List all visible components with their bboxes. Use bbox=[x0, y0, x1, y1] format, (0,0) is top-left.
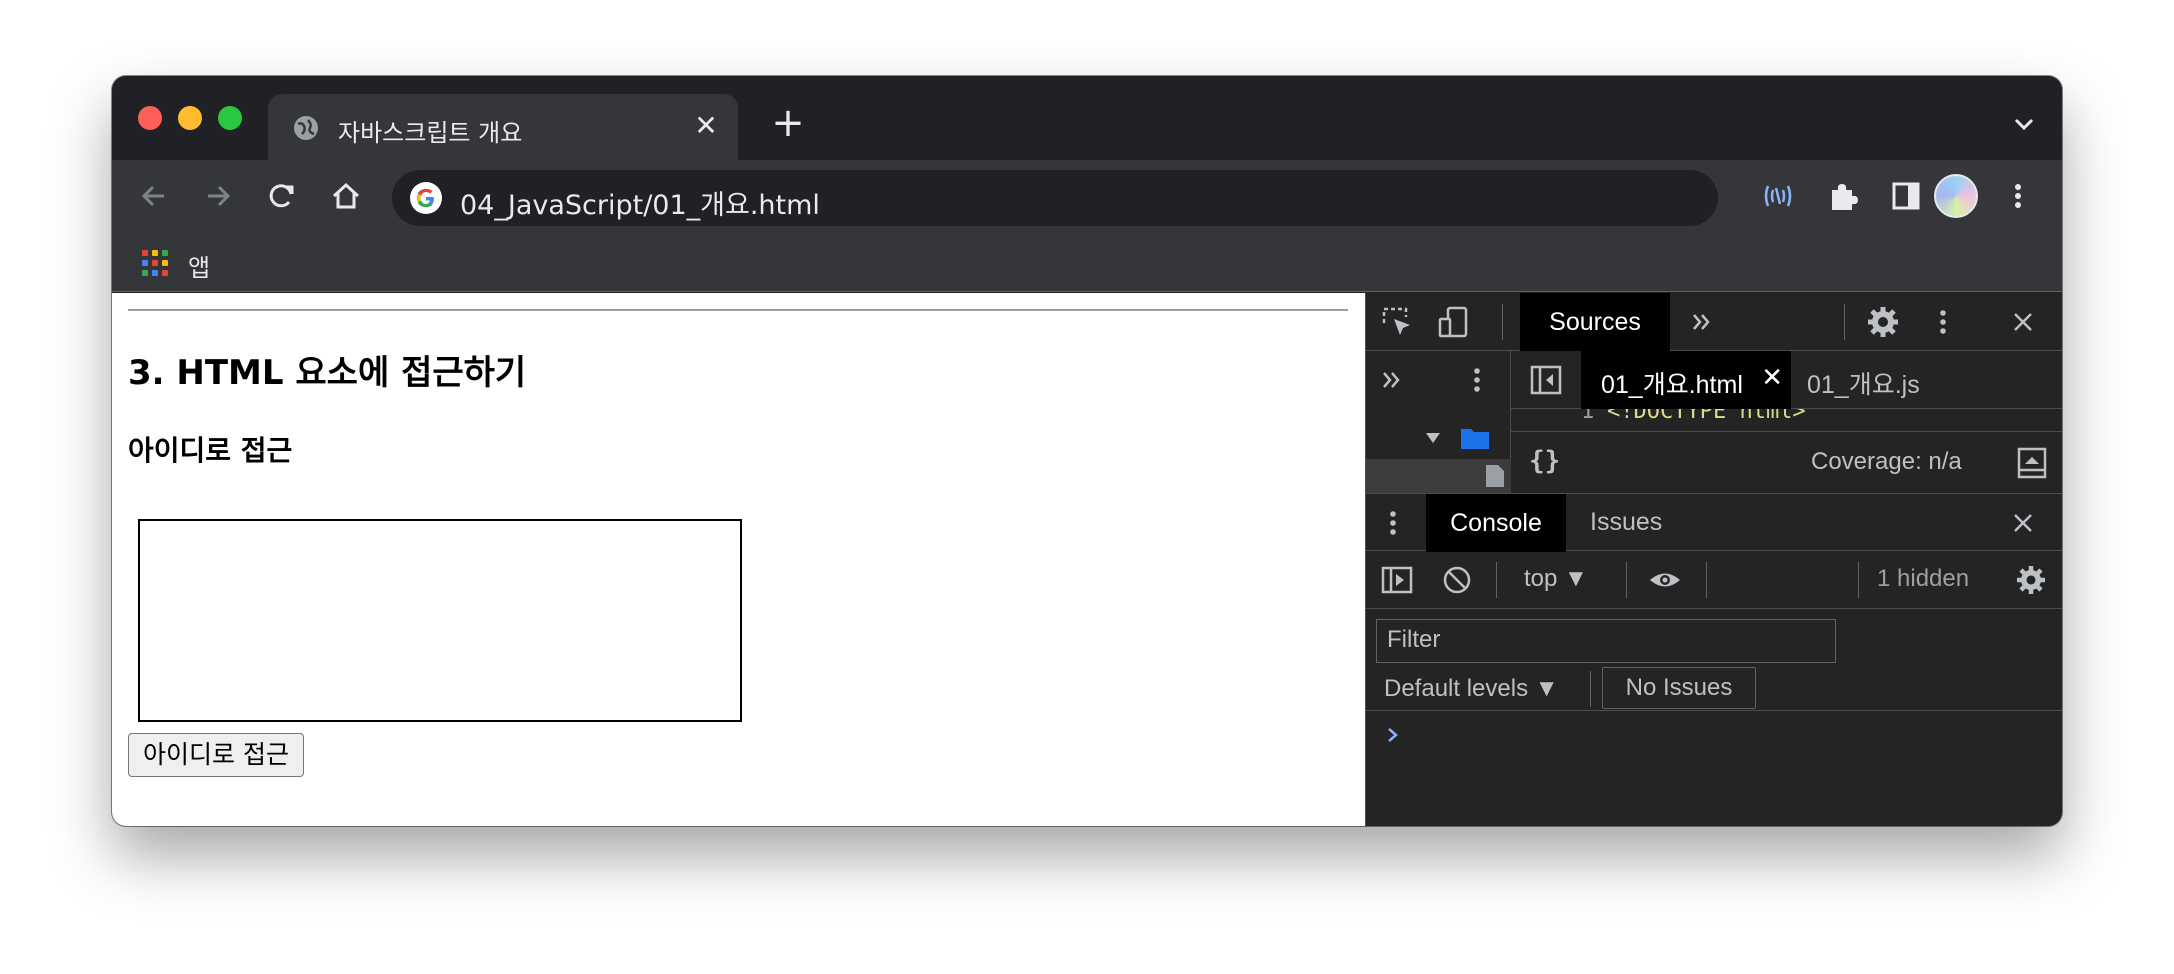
browser-window: 자바스크립트 개요 ✕ + 04_JavaScript/01_개요.html 앱… bbox=[112, 76, 2062, 826]
close-icon[interactable] bbox=[2006, 305, 2040, 339]
tab-sources[interactable]: Sources bbox=[1520, 293, 1670, 351]
subsection-heading: 아이디로 접근 bbox=[128, 434, 293, 467]
close-file-tab-icon[interactable]: ✕ bbox=[1761, 363, 1783, 393]
bookmark-apps-label[interactable]: 앱 bbox=[188, 248, 210, 283]
close-icon[interactable] bbox=[2006, 506, 2040, 540]
device-toolbar-icon[interactable] bbox=[1436, 305, 1470, 339]
more-vertical-icon[interactable] bbox=[1460, 363, 1494, 397]
separator bbox=[1706, 562, 1707, 598]
tab-title: 자바스크립트 개요 bbox=[338, 119, 523, 147]
back-arrow-icon[interactable] bbox=[136, 178, 172, 214]
apps-grid-icon[interactable] bbox=[142, 250, 168, 276]
separator bbox=[1858, 562, 1859, 598]
toggle-navigator-icon[interactable] bbox=[1529, 363, 1563, 397]
coverage-label: Coverage: n/a bbox=[1811, 448, 1962, 475]
target-box bbox=[138, 519, 742, 722]
separator bbox=[1590, 671, 1591, 707]
chevron-down-icon[interactable] bbox=[2012, 112, 2036, 136]
devtools-main-toolbar: Sources bbox=[1366, 293, 2062, 351]
drawer-tab-bar: Console Issues bbox=[1366, 493, 2062, 552]
more-tabs-chevron-icon[interactable] bbox=[1376, 363, 1410, 397]
hidden-messages-count: 1 hidden bbox=[1877, 565, 1970, 592]
more-tabs-chevron-icon[interactable] bbox=[1686, 305, 1720, 339]
divider bbox=[128, 309, 1348, 311]
browser-toolbar: 04_JavaScript/01_개요.html bbox=[112, 160, 2062, 232]
context-selector[interactable]: top ▼ bbox=[1524, 565, 1588, 593]
section-heading: 3. HTML 요소에 접근하기 bbox=[128, 353, 527, 393]
minimize-window-button[interactable] bbox=[178, 106, 202, 130]
separator bbox=[1496, 562, 1497, 598]
separator bbox=[1626, 562, 1627, 598]
log-levels-dropdown[interactable]: Default levels ▼ bbox=[1384, 675, 1559, 703]
sources-editor: 01_개요.html ✕ 01_개요.js 1 <!DOCTYPE html> … bbox=[1511, 351, 2062, 493]
close-tab-icon[interactable]: ✕ bbox=[690, 110, 722, 142]
tree-expand-triangle-icon[interactable] bbox=[1416, 421, 1450, 455]
zoom-window-button[interactable] bbox=[218, 106, 242, 130]
new-tab-button[interactable]: + bbox=[770, 103, 806, 143]
console-prompt-icon[interactable] bbox=[1384, 723, 1404, 747]
clear-console-icon[interactable] bbox=[1440, 563, 1474, 597]
reload-icon[interactable] bbox=[264, 178, 300, 214]
toggle-drawer-icon[interactable] bbox=[2015, 446, 2049, 480]
more-vertical-icon[interactable] bbox=[1376, 506, 1410, 540]
close-window-button[interactable] bbox=[138, 106, 162, 130]
editor-status-bar: {} Coverage: n/a bbox=[1511, 431, 2062, 493]
file-tab-html[interactable]: 01_개요.html ✕ bbox=[1581, 351, 1791, 409]
forward-arrow-icon[interactable] bbox=[200, 178, 236, 214]
web-page-content: 3. HTML 요소에 접근하기 아이디로 접근 아이디로 접근 bbox=[112, 293, 1365, 826]
console-toolbar: top ▼ 1 hidden bbox=[1366, 551, 2062, 609]
side-panel-icon[interactable] bbox=[1888, 178, 1924, 214]
bookmarks-bar: 앱 bbox=[112, 232, 2062, 292]
issues-counter-button[interactable]: No Issues bbox=[1602, 667, 1756, 709]
show-sidebar-icon[interactable] bbox=[1380, 563, 1414, 597]
gear-icon[interactable] bbox=[2014, 563, 2048, 597]
globe-icon bbox=[294, 116, 318, 140]
tab-active[interactable]: 자바스크립트 개요 ✕ bbox=[268, 94, 738, 160]
separator bbox=[1844, 304, 1845, 340]
inspect-element-icon[interactable] bbox=[1380, 305, 1414, 339]
file-tab-bar: 01_개요.html ✕ 01_개요.js bbox=[1511, 351, 2062, 409]
file-icon bbox=[1486, 465, 1504, 487]
sources-navigator bbox=[1366, 351, 1511, 493]
access-by-id-button[interactable]: 아이디로 접근 bbox=[128, 733, 304, 777]
broadcast-icon[interactable] bbox=[1760, 178, 1796, 214]
eye-icon[interactable] bbox=[1648, 563, 1682, 597]
extensions-puzzle-icon[interactable] bbox=[1824, 178, 1860, 214]
more-vertical-icon[interactable] bbox=[1926, 305, 1960, 339]
profile-avatar[interactable] bbox=[1934, 174, 1978, 218]
selected-file-row[interactable] bbox=[1366, 459, 1511, 493]
gear-icon[interactable] bbox=[1866, 305, 1900, 339]
address-bar[interactable]: 04_JavaScript/01_개요.html bbox=[392, 170, 1718, 226]
folder-icon bbox=[1461, 429, 1489, 449]
google-icon bbox=[410, 182, 442, 214]
file-tab-js[interactable]: 01_개요.js bbox=[1807, 365, 1920, 401]
code-text: <!DOCTYPE html> bbox=[1607, 409, 1806, 424]
tab-console[interactable]: Console bbox=[1426, 494, 1566, 552]
separator bbox=[1502, 304, 1503, 340]
code-line: 1 <!DOCTYPE html> bbox=[1511, 409, 2062, 429]
file-tab-label: 01_개요.html bbox=[1601, 371, 1743, 399]
url-text: 04_JavaScript/01_개요.html bbox=[460, 190, 820, 221]
tab-strip: 자바스크립트 개요 ✕ + bbox=[112, 76, 2062, 160]
tab-issues[interactable]: Issues bbox=[1590, 508, 1662, 537]
home-icon[interactable] bbox=[328, 178, 364, 214]
devtools-panel: Sources 01_개요.html ✕ 01_개요.js 1 <!DOCTYP… bbox=[1365, 293, 2062, 826]
filter-input[interactable]: Filter bbox=[1376, 619, 1836, 663]
console-filter-row: Filter Default levels ▼ No Issues bbox=[1366, 609, 2062, 711]
more-vertical-icon[interactable] bbox=[2000, 178, 2036, 214]
pretty-print-button[interactable]: {} bbox=[1529, 446, 1560, 476]
